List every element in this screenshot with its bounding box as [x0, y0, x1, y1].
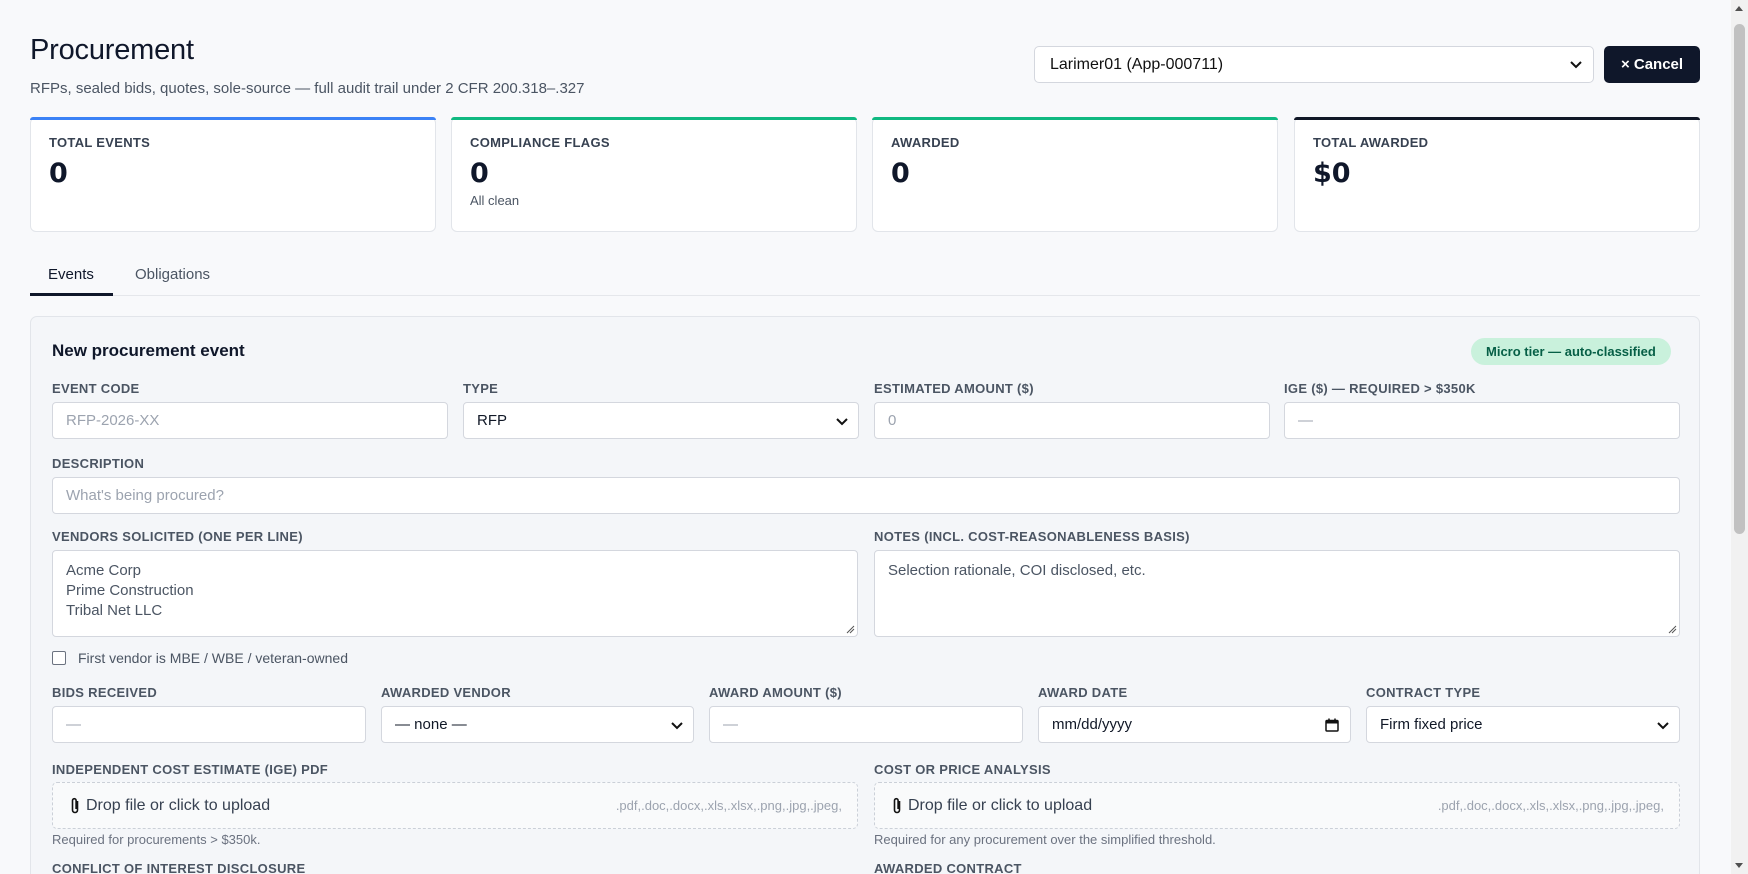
ige-upload-label: Drop file or click to upload: [86, 796, 271, 814]
notes-label: NOTES (INCL. COST-REASONABLENESS BASIS): [874, 529, 1190, 544]
stat-label: TOTAL EVENTS: [49, 135, 151, 150]
tab-events[interactable]: Events: [48, 266, 94, 283]
resize-grip-icon[interactable]: [846, 625, 855, 634]
cost-upload-label: Drop file or click to upload: [908, 796, 1093, 814]
stat-note: All clean: [470, 193, 520, 208]
cost-analysis-hint: Required for any procurement over the si…: [874, 832, 1216, 847]
vendors-textarea[interactable]: Acme Corp Prime Construction Tribal Net …: [52, 550, 858, 637]
ige-file-types: .pdf,.doc,.docx,.xls,.xlsx,.png,.jpg,.jp…: [615, 798, 842, 813]
application-select-value: Larimer01 (App-000711): [1050, 55, 1224, 73]
type-select-value: RFP: [477, 412, 507, 429]
event-code-placeholder: RFP-2026-XX: [66, 412, 160, 429]
estimated-amount-input[interactable]: 0: [874, 402, 1270, 439]
type-select[interactable]: RFP: [463, 402, 859, 439]
contract-type-select[interactable]: Firm fixed price: [1366, 706, 1680, 743]
cancel-button[interactable]: × Cancel: [1604, 46, 1700, 83]
notes-textarea[interactable]: Selection rationale, COI disclosed, etc.: [874, 550, 1680, 637]
cost-analysis-label: COST OR PRICE ANALYSIS: [874, 762, 1051, 777]
stat-value: 0: [891, 158, 910, 189]
contract-type-label: CONTRACT TYPE: [1366, 685, 1481, 700]
chevron-down-icon: [836, 418, 848, 426]
awarded-vendor-value: — none —: [395, 716, 467, 733]
stat-value: 0: [49, 158, 68, 189]
stat-label: AWARDED: [891, 135, 960, 150]
bids-received-placeholder: —: [66, 716, 81, 733]
mbe-checkbox-label: First vendor is MBE / WBE / veteran-owne…: [78, 650, 348, 666]
cost-analysis-dropzone[interactable]: Drop file or click to upload .pdf,.doc,.…: [874, 782, 1680, 829]
awarded-contract-label: AWARDED CONTRACT: [874, 861, 1022, 874]
ige-pdf-label: INDEPENDENT COST ESTIMATE (IGE) PDF: [52, 762, 329, 777]
ige-input[interactable]: —: [1284, 402, 1680, 439]
new-event-form: New procurement event Micro tier — auto-…: [30, 316, 1700, 874]
estimated-amount-label: ESTIMATED AMOUNT ($): [874, 381, 1034, 396]
stat-value: $0: [1313, 158, 1351, 189]
tab-obligations[interactable]: Obligations: [135, 266, 210, 283]
vendors-label: VENDORS SOLICITED (ONE PER LINE): [52, 529, 303, 544]
bids-received-input[interactable]: —: [52, 706, 366, 743]
page-header: Procurement RFPs, sealed bids, quotes, s…: [30, 34, 1700, 104]
chevron-down-icon: [671, 722, 683, 730]
cost-upload-prompt: Drop file or click to upload: [890, 797, 1092, 815]
bids-received-label: BIDS RECEIVED: [52, 685, 158, 700]
scroll-up-arrow-icon[interactable]: [1735, 6, 1743, 11]
paperclip-icon: [71, 797, 79, 813]
application-select[interactable]: Larimer01 (App-000711): [1034, 46, 1594, 83]
chevron-down-icon: [1570, 61, 1582, 69]
event-code-label: EVENT CODE: [52, 381, 140, 396]
tier-badge: Micro tier — auto-classified: [1471, 338, 1671, 365]
vertical-scrollbar[interactable]: [1731, 0, 1748, 874]
resize-grip-icon[interactable]: [1668, 625, 1677, 634]
contract-type-value: Firm fixed price: [1380, 716, 1483, 733]
description-label: DESCRIPTION: [52, 456, 145, 471]
mbe-checkbox[interactable]: [52, 651, 66, 665]
stat-card-total-awarded: TOTAL AWARDED $0: [1294, 117, 1700, 232]
active-tab-indicator: [30, 293, 113, 296]
stats-row: TOTAL EVENTS 0 COMPLIANCE FLAGS 0 All cl…: [30, 117, 1700, 232]
estimated-amount-placeholder: 0: [888, 412, 897, 429]
stat-card-compliance-flags: COMPLIANCE FLAGS 0 All clean: [451, 117, 857, 232]
ige-label: IGE ($) — REQUIRED > $350K: [1284, 381, 1476, 396]
event-code-input[interactable]: RFP-2026-XX: [52, 402, 448, 439]
ige-pdf-dropzone[interactable]: Drop file or click to upload .pdf,.doc,.…: [52, 782, 858, 829]
stat-label: TOTAL AWARDED: [1313, 135, 1429, 150]
form-title: New procurement event: [52, 341, 245, 360]
award-date-placeholder: mm/dd/yyyy: [1052, 716, 1133, 733]
ige-placeholder: —: [1298, 412, 1313, 429]
award-date-label: AWARD DATE: [1038, 685, 1128, 700]
vendor-line: Tribal Net LLC: [66, 602, 163, 619]
awarded-vendor-label: AWARDED VENDOR: [381, 685, 511, 700]
ige-upload-prompt: Drop file or click to upload: [68, 797, 270, 815]
description-input[interactable]: What's being procured?: [52, 477, 1680, 514]
coi-label: CONFLICT OF INTEREST DISCLOSURE: [52, 861, 306, 874]
page-subtitle: RFPs, sealed bids, quotes, sole-source —…: [30, 80, 585, 97]
scrollbar-thumb[interactable]: [1734, 24, 1745, 534]
cost-file-types: .pdf,.doc,.docx,.xls,.xlsx,.png,.jpg,.jp…: [1437, 798, 1664, 813]
stat-card-awarded: AWARDED 0: [872, 117, 1278, 232]
scroll-down-arrow-icon[interactable]: [1735, 863, 1743, 868]
ige-pdf-hint: Required for procurements > $350k.: [52, 832, 261, 847]
award-amount-label: AWARD AMOUNT ($): [709, 685, 842, 700]
type-label: TYPE: [463, 381, 499, 396]
paperclip-icon: [893, 797, 901, 813]
stat-card-total-events: TOTAL EVENTS 0: [30, 117, 436, 232]
chevron-down-icon: [1657, 722, 1669, 730]
description-placeholder: What's being procured?: [66, 487, 224, 504]
award-date-input[interactable]: mm/dd/yyyy: [1038, 706, 1351, 743]
award-amount-input[interactable]: —: [709, 706, 1023, 743]
vendor-line: Prime Construction: [66, 582, 194, 599]
stat-label: COMPLIANCE FLAGS: [470, 135, 610, 150]
award-amount-placeholder: —: [723, 716, 738, 733]
vendor-line: Acme Corp: [66, 562, 142, 579]
calendar-icon[interactable]: [1325, 718, 1339, 732]
tab-bar: Events Obligations: [30, 256, 1700, 296]
stat-value: 0: [470, 158, 489, 189]
awarded-vendor-select[interactable]: — none —: [381, 706, 694, 743]
notes-placeholder: Selection rationale, COI disclosed, etc.: [888, 562, 1146, 579]
mbe-checkbox-row[interactable]: First vendor is MBE / WBE / veteran-owne…: [52, 650, 348, 666]
